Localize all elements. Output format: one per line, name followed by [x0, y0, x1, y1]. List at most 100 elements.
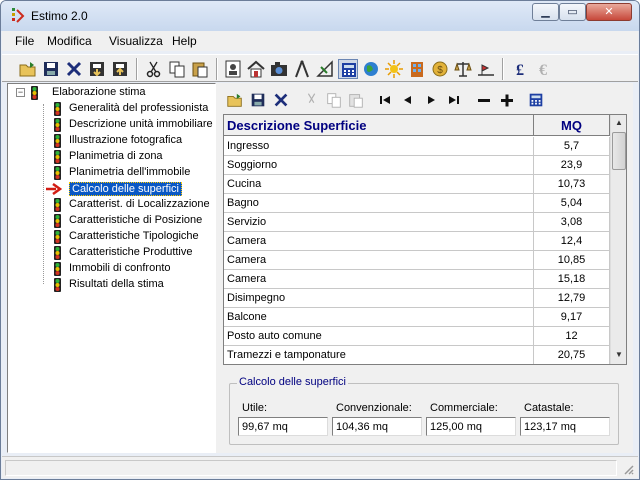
cell-description[interactable]: Balcone: [224, 308, 534, 327]
cell-description[interactable]: Ingresso: [224, 137, 534, 156]
resize-grip-icon[interactable]: [622, 463, 634, 475]
maximize-button[interactable]: ▭: [559, 3, 586, 21]
coin-icon[interactable]: $: [430, 59, 450, 79]
traffic-light-icon: [54, 134, 61, 148]
cell-mq[interactable]: 3,08: [534, 213, 610, 232]
maximize-icon: ▭: [567, 6, 578, 18]
surfaces-table[interactable]: Descrizione Superficie MQ Ingresso 5,7 Sog…: [223, 114, 627, 365]
menu-file[interactable]: File: [15, 34, 34, 48]
utile-field[interactable]: 99,67 mq: [238, 417, 328, 436]
app-window: Estimo 2.0 ▁ ▭ ✕ File Modifica Visualizz…: [0, 0, 640, 480]
table-row[interactable]: Ingresso 5,7: [224, 137, 610, 156]
remove-record-icon[interactable]: [475, 91, 493, 109]
import-icon[interactable]: [87, 59, 107, 79]
table-row[interactable]: Disimpegno 12,79: [224, 289, 610, 308]
cell-mq[interactable]: 5,04: [534, 194, 610, 213]
open-folder-icon[interactable]: [226, 91, 244, 109]
catastale-field[interactable]: 123,17 mq: [520, 417, 610, 436]
paste-icon[interactable]: [190, 59, 210, 79]
next-record-icon[interactable]: [422, 91, 440, 109]
table-row[interactable]: Tramezzi e tamponature 20,75: [224, 346, 610, 364]
cell-description[interactable]: Servizio: [224, 213, 534, 232]
traffic-light-icon: [54, 150, 61, 164]
previous-record-icon[interactable]: [399, 91, 417, 109]
cell-mq[interactable]: 10,85: [534, 251, 610, 270]
building-icon[interactable]: [407, 59, 427, 79]
column-header-mq[interactable]: MQ: [534, 115, 610, 136]
cell-description[interactable]: Camera: [224, 270, 534, 289]
calculator-icon[interactable]: [527, 91, 545, 109]
menu-modifica[interactable]: Modifica: [47, 34, 92, 48]
table-row[interactable]: Balcone 9,17: [224, 308, 610, 327]
sun-icon[interactable]: [384, 59, 404, 79]
first-record-icon[interactable]: [376, 91, 394, 109]
cell-mq[interactable]: 23,9: [534, 156, 610, 175]
cell-description[interactable]: Tramezzi e tamponature: [224, 346, 534, 364]
export-icon[interactable]: [110, 59, 130, 79]
collapse-toggle[interactable]: −: [16, 88, 25, 97]
tree-item-label: Calcolo delle superfici: [69, 182, 182, 196]
cell-mq[interactable]: 15,18: [534, 270, 610, 289]
table-row[interactable]: Bagno 5,04: [224, 194, 610, 213]
professional-icon[interactable]: [223, 59, 243, 79]
table-row[interactable]: Posto auto comune 12: [224, 327, 610, 346]
cell-mq[interactable]: 20,75: [534, 346, 610, 364]
pound-icon[interactable]: £: [510, 59, 530, 79]
copy-icon[interactable]: [167, 59, 187, 79]
table-row[interactable]: Cucina 10,73: [224, 175, 610, 194]
open-folder-icon[interactable]: [18, 59, 38, 79]
compass-icon[interactable]: [292, 59, 312, 79]
save-icon[interactable]: [249, 91, 267, 109]
menu-visualizza[interactable]: Visualizza: [109, 34, 163, 48]
scroll-thumb[interactable]: [612, 132, 626, 170]
utile-label: Utile:: [242, 402, 268, 414]
table-scrollbar[interactable]: ▲ ▼: [610, 115, 626, 364]
table-row[interactable]: Camera 10,85: [224, 251, 610, 270]
tree-item-label: Planimetria dell'immobile: [69, 166, 191, 178]
cell-description[interactable]: Bagno: [224, 194, 534, 213]
house-icon[interactable]: [246, 59, 266, 79]
cell-description[interactable]: Cucina: [224, 175, 534, 194]
cut-icon[interactable]: [144, 59, 164, 79]
cell-mq[interactable]: 10,73: [534, 175, 610, 194]
window-title: Estimo 2.0: [31, 9, 88, 23]
cell-description[interactable]: Posto auto comune: [224, 327, 534, 346]
column-header-description[interactable]: Descrizione Superficie: [224, 115, 534, 136]
table-row[interactable]: Camera 15,18: [224, 270, 610, 289]
camera-icon[interactable]: [269, 59, 289, 79]
calculator-icon[interactable]: [338, 59, 358, 79]
scroll-down-icon[interactable]: ▼: [611, 347, 626, 363]
cell-description[interactable]: Camera: [224, 251, 534, 270]
scroll-up-icon[interactable]: ▲: [611, 115, 626, 131]
cell-mq[interactable]: 12,79: [534, 289, 610, 308]
cell-mq[interactable]: 9,17: [534, 308, 610, 327]
tree-item-label: Illustrazione fotografica: [69, 134, 183, 146]
delete-icon[interactable]: [272, 91, 290, 109]
cell-mq[interactable]: 12: [534, 327, 610, 346]
convenzionale-field[interactable]: 104,36 mq: [332, 417, 422, 436]
close-button[interactable]: ✕: [586, 3, 632, 21]
cell-description[interactable]: Disimpegno: [224, 289, 534, 308]
delete-icon[interactable]: [64, 59, 84, 79]
land-icon[interactable]: [476, 59, 496, 79]
add-record-icon[interactable]: [498, 91, 516, 109]
scales-icon[interactable]: [453, 59, 473, 79]
drafting-icon[interactable]: [315, 59, 335, 79]
cell-mq[interactable]: 12,4: [534, 232, 610, 251]
menu-help[interactable]: Help: [172, 34, 197, 48]
last-record-icon[interactable]: [445, 91, 463, 109]
cell-description[interactable]: Soggiorno: [224, 156, 534, 175]
save-icon[interactable]: [41, 59, 61, 79]
status-bar: [2, 456, 638, 478]
tree-item-label: Caratteristiche di Posizione: [69, 214, 203, 226]
cell-mq[interactable]: 5,7: [534, 137, 610, 156]
app-logo-icon: [12, 8, 25, 23]
minimize-button[interactable]: ▁: [532, 3, 559, 21]
cell-description[interactable]: Camera: [224, 232, 534, 251]
globe-icon[interactable]: [361, 59, 381, 79]
table-row[interactable]: Servizio 3,08: [224, 213, 610, 232]
commerciale-field[interactable]: 125,00 mq: [426, 417, 516, 436]
catastale-label: Catastale:: [524, 402, 574, 414]
table-row[interactable]: Camera 12,4: [224, 232, 610, 251]
table-row[interactable]: Soggiorno 23,9: [224, 156, 610, 175]
